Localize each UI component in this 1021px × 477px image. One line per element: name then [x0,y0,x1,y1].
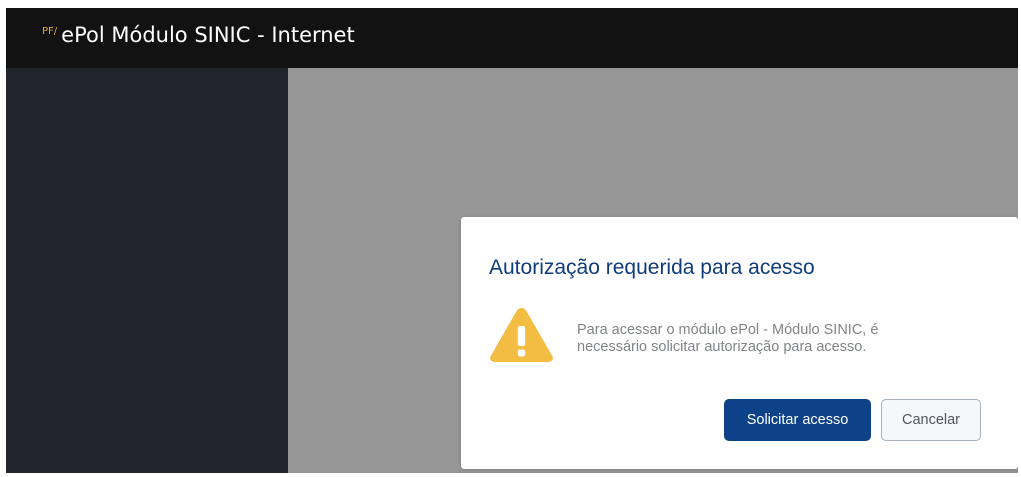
left-sidebar [6,68,288,473]
authorization-dialog: Autorização requerida para acesso Para a… [461,217,1018,469]
warning-icon [490,308,553,362]
cancel-button[interactable]: Cancelar [881,399,981,441]
request-access-button[interactable]: Solicitar acesso [724,399,871,441]
dialog-title: Autorização requerida para acesso [489,256,815,279]
brand-prefix: PF/ [42,26,58,37]
app-title: ePol Módulo SINIC - Internet [61,23,355,47]
app-branding: PF/ ePol Módulo SINIC - Internet [42,22,355,48]
top-header: PF/ ePol Módulo SINIC - Internet [6,8,1018,68]
dialog-message: Para acessar o módulo ePol - Módulo SINI… [577,322,879,355]
application-frame: PF/ ePol Módulo SINIC - Internet Autoriz… [6,8,1018,473]
